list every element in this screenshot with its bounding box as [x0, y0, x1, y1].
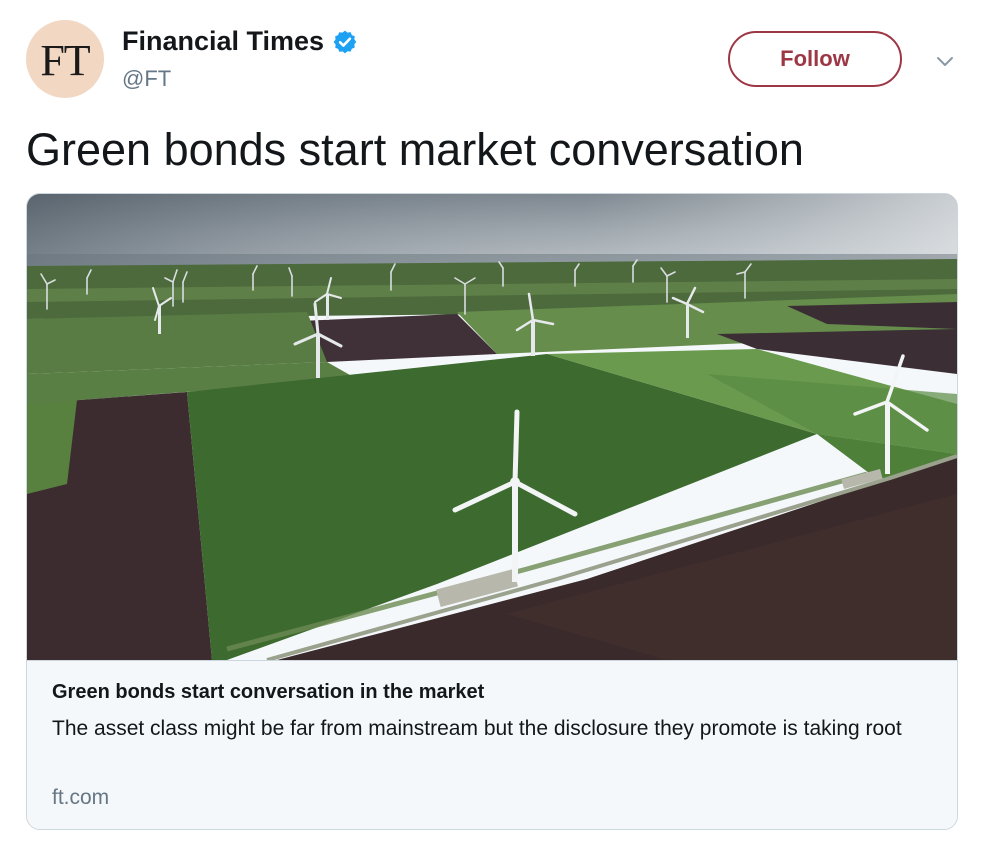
card-body[interactable]: Green bonds start conversation in the ma…	[27, 660, 957, 829]
card-title[interactable]: Green bonds start conversation in the ma…	[52, 681, 484, 704]
card-description: The asset class might be far from mainst…	[52, 717, 902, 740]
chevron-down-icon[interactable]	[934, 50, 956, 72]
verified-badge-icon	[333, 30, 357, 53]
avatar-text: FT	[40, 35, 90, 85]
avatar[interactable]: FT	[26, 20, 104, 98]
follow-button[interactable]: Follow	[728, 31, 902, 87]
display-name[interactable]: Financial Times	[122, 26, 324, 57]
card-domain: ft.com	[52, 786, 110, 809]
card-image-wind-farm[interactable]	[27, 194, 957, 660]
account-handle[interactable]: @FT	[122, 66, 171, 92]
account-name-row[interactable]: Financial Times	[122, 26, 358, 57]
link-card[interactable]: Green bonds start conversation in the ma…	[26, 193, 958, 830]
tweet-text: Green bonds start market conversation	[26, 124, 804, 175]
